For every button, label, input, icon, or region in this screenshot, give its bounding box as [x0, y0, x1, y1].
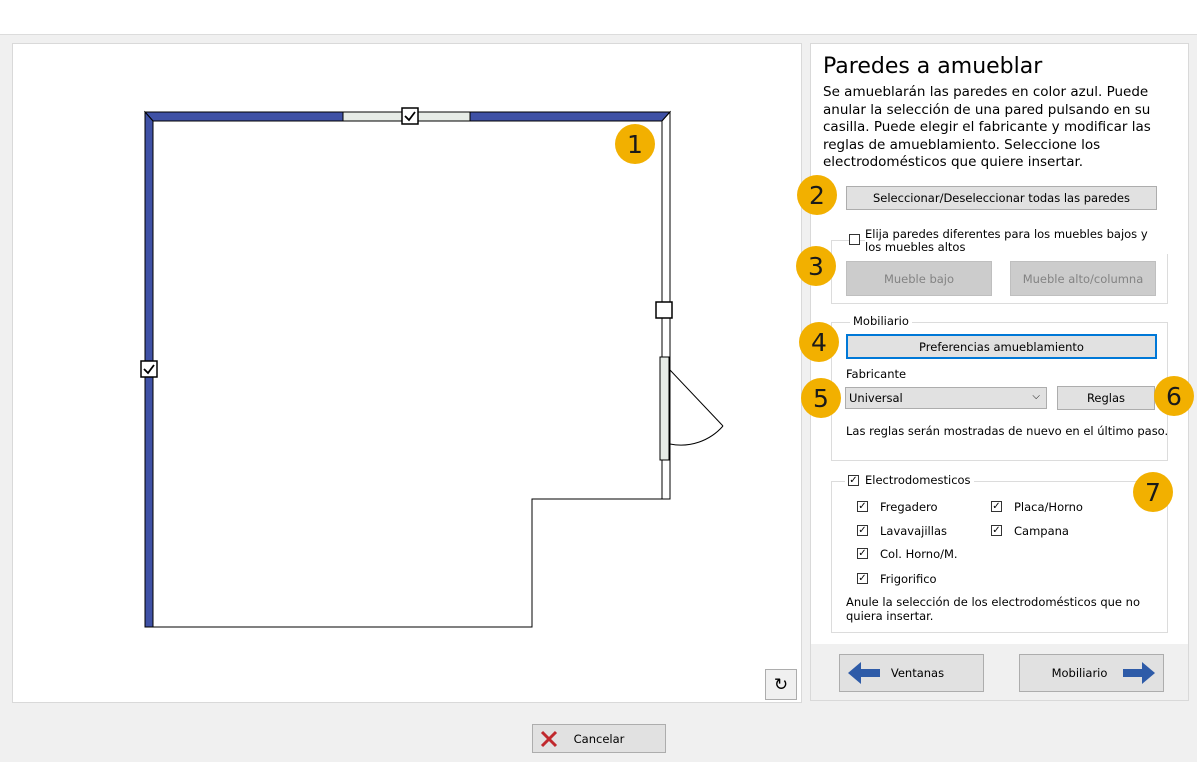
door-frame	[659, 356, 670, 461]
fabricante-value: Universal	[849, 391, 903, 405]
fregadero-checkbox[interactable]: ✓	[857, 501, 868, 512]
preferencias-button[interactable]: Preferencias amueblamiento	[846, 334, 1157, 359]
walls-panel: Paredes a amueblar Se amueblarán las par…	[810, 43, 1189, 645]
reglas-note: Las reglas serán mostradas de nuevo en e…	[846, 424, 1169, 438]
next-button-label: Mobiliario	[1051, 666, 1108, 680]
col-horno-checkbox[interactable]: ✓	[857, 548, 868, 559]
arrow-right-icon	[1123, 662, 1155, 684]
panel-description: Se amueblarán las paredes en color azul.…	[823, 84, 1151, 170]
arrow-left-icon	[848, 662, 880, 684]
electro-checkbox[interactable]: ✓	[848, 474, 859, 486]
wall-right-checkbox[interactable]	[655, 301, 673, 319]
cancel-button-label: Cancelar	[573, 731, 625, 746]
select-all-walls-button[interactable]: Seleccionar/Deseleccionar todas las pare…	[846, 186, 1157, 210]
door-swing	[669, 425, 724, 446]
frigorifico-checkbox[interactable]: ✓	[857, 573, 868, 584]
wall-top-checkbox[interactable]	[401, 107, 419, 125]
campana-label: Campana	[1014, 524, 1069, 538]
different-walls-checkbox[interactable]	[849, 234, 860, 245]
reset-view-button[interactable]: ↻	[765, 669, 797, 700]
callout-badge-6: 6	[1154, 376, 1194, 416]
fabricante-select[interactable]: Universal ⌵	[845, 387, 1047, 409]
placa-horno-label: Placa/Horno	[1014, 500, 1083, 514]
electro-label: Electrodomesticos	[865, 473, 971, 487]
callout-badge-4: 4	[799, 322, 839, 362]
mobiliario-group-label: Mobiliario	[850, 314, 912, 328]
rotate-icon: ↻	[773, 674, 789, 695]
different-walls-label: Elija paredes diferentes para los mueble…	[865, 228, 1168, 254]
panel-title: Paredes a amueblar	[823, 54, 1043, 79]
cancel-button[interactable]: Cancelar	[532, 724, 666, 753]
callout-badge-1: 1	[615, 124, 655, 164]
wizard-nav: Ventanas Mobiliario	[810, 644, 1189, 701]
reglas-button[interactable]: Reglas	[1057, 386, 1155, 410]
fregadero-label: Fregadero	[880, 500, 938, 514]
callout-badge-7: 7	[1133, 472, 1173, 512]
campana-checkbox[interactable]: ✓	[991, 525, 1002, 536]
electro-header: ✓ Electrodomesticos	[845, 473, 974, 487]
fabricante-label: Fabricante	[846, 367, 907, 381]
placa-horno-checkbox[interactable]: ✓	[991, 501, 1002, 512]
door-leaf	[669, 369, 724, 427]
close-icon	[540, 730, 558, 748]
callout-badge-2: 2	[797, 175, 837, 215]
callout-badge-5: 5	[801, 378, 841, 418]
floor-plan-canvas[interactable]	[12, 43, 802, 703]
lavavajillas-label: Lavavajillas	[880, 524, 947, 538]
lavavajillas-checkbox[interactable]: ✓	[857, 525, 868, 536]
floor-plan	[140, 107, 724, 628]
mueble-bajo-button[interactable]: Mueble bajo	[846, 261, 992, 296]
appliances-note: Anule la selección de los electrodomésti…	[846, 595, 1140, 623]
callout-badge-3: 3	[796, 246, 836, 286]
chevron-down-icon: ⌵	[1032, 391, 1040, 402]
back-button[interactable]: Ventanas	[839, 654, 984, 692]
next-button[interactable]: Mobiliario	[1019, 654, 1164, 692]
back-button-label: Ventanas	[890, 666, 945, 680]
mueble-alto-button[interactable]: Mueble alto/columna	[1010, 261, 1156, 296]
frigorifico-label: Frigorifico	[880, 572, 937, 586]
col-horno-label: Col. Horno/M.	[880, 547, 958, 561]
wall-left-checkbox[interactable]	[140, 360, 158, 378]
window-titlebar	[0, 0, 1197, 35]
